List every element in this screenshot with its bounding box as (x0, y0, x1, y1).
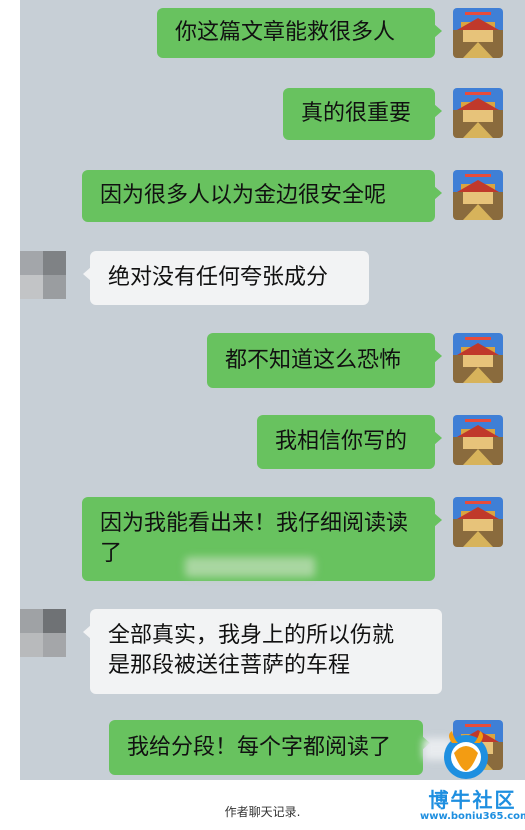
redaction-blur (185, 557, 315, 577)
palace-avatar-icon[interactable] (453, 415, 503, 465)
incoming-message-bubble[interactable]: 绝对没有任何夸张成分 (83, 251, 369, 305)
palace-avatar-icon[interactable] (453, 333, 503, 383)
message-text: 因为很多人以为金边很安全呢 (100, 183, 387, 208)
message-text: 你这篇文章能救很多人 (175, 20, 396, 45)
pixelated-avatar-icon[interactable] (20, 251, 66, 299)
palace-avatar-icon[interactable] (453, 497, 503, 547)
pixelated-avatar-icon[interactable] (20, 609, 66, 657)
outgoing-message-bubble[interactable]: 因为很多人以为金边很安全呢 (82, 170, 442, 222)
message-text: 我相信你写的 (275, 429, 408, 454)
palace-avatar-icon[interactable] (453, 170, 503, 220)
outgoing-message-bubble[interactable]: 真的很重要 (283, 88, 442, 140)
message-text-line: 全部真实，我身上的所以伤就 (108, 623, 395, 648)
message-text: 绝对没有任何夸张成分 (108, 265, 329, 290)
watermark-url: www.boniu365.com (420, 811, 525, 822)
watermark-name: 博牛社区 (428, 788, 517, 812)
outgoing-message-bubble[interactable]: 都不知道这么恐怖 (207, 333, 442, 388)
outgoing-message-bubble[interactable]: 我给分段！每个字都阅读了 (109, 720, 430, 775)
incoming-message-bubble[interactable]: 全部真实，我身上的所以伤就 是那段被送往菩萨的车程 (83, 609, 442, 694)
outgoing-message-bubble[interactable]: 你这篇文章能救很多人 (157, 8, 442, 58)
message-text-line: 是那段被送往菩萨的车程 (108, 653, 351, 678)
site-watermark: 博牛社区 www.boniu365.com (420, 725, 525, 825)
message-text: 都不知道这么恐怖 (225, 347, 402, 373)
palace-avatar-icon[interactable] (453, 88, 503, 138)
message-text-line: 因为我能看出来！我仔细阅读读 (100, 511, 409, 536)
bull-logo-icon (442, 729, 492, 783)
message-text: 我给分段！每个字都阅读了 (127, 734, 392, 760)
chat-screenshot: 你这篇文章能救很多人 真的很重要 因为很多人以为金边很安全呢 绝对没有任何夸张成… (20, 0, 525, 780)
palace-avatar-icon[interactable] (453, 8, 503, 58)
message-text: 真的很重要 (301, 101, 412, 126)
outgoing-message-bubble[interactable]: 我相信你写的 (257, 415, 442, 469)
